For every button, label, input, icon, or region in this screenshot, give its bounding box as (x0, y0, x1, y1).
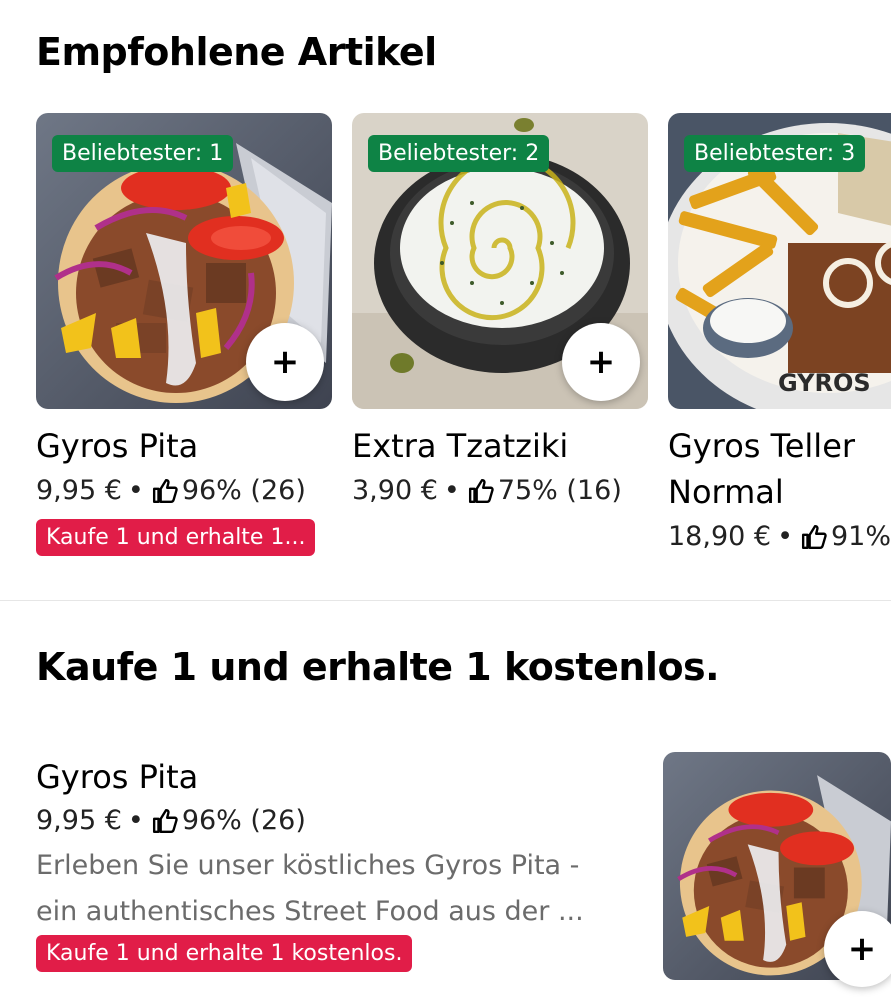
add-to-cart-button[interactable]: + (824, 911, 891, 987)
product-meta: 9,95 € • 96% (26) (36, 469, 332, 513)
product-description-line2: ein authentisches Street Food aus der ..… (36, 896, 584, 927)
thumbs-up-icon (152, 808, 178, 834)
product-name: Extra Tzatziki (352, 427, 569, 465)
section-title-recommended: Empfohlene Artikel (36, 30, 437, 74)
product-name-line1: Gyros Teller (668, 427, 856, 465)
product-card-gyros-teller[interactable]: GYROS Beliebtester: 3 Gyros Teller Norma… (668, 113, 891, 559)
product-rating: 91% (831, 521, 891, 552)
promo-badge: Kaufe 1 und erhalte 1... (36, 519, 316, 556)
product-rating: 96% (26) (181, 805, 306, 836)
product-price: 9,95 € (36, 805, 122, 836)
section-divider (0, 600, 891, 601)
popularity-badge: Beliebtester: 1 (52, 135, 234, 172)
product-image[interactable]: GYROS Beliebtester: 3 (668, 113, 891, 409)
product-image[interactable]: Beliebtester: 1 + (36, 113, 332, 409)
thumbs-up-icon (468, 478, 494, 504)
plus-icon: + (586, 342, 616, 382)
plus-icon: + (270, 342, 300, 382)
popularity-badge: Beliebtester: 2 (368, 135, 550, 172)
add-to-cart-button[interactable]: + (246, 323, 324, 401)
product-card-gyros-pita[interactable]: Beliebtester: 1 + Gyros Pita 9,95 € • 96… (36, 113, 332, 556)
promo-badge: Kaufe 1 und erhalte 1 kostenlos. (36, 935, 413, 972)
product-name-line2: Normal (668, 473, 784, 511)
thumbs-up-icon (801, 524, 827, 550)
popularity-badge: Beliebtester: 3 (684, 135, 866, 172)
product-name: Gyros Pita (36, 427, 199, 465)
product-description-line1: Erleben Sie unser köstliches Gyros Pita … (36, 850, 580, 881)
store-page: Empfohlene Artikel Beliebtester: 1 + Gyr… (0, 0, 891, 1000)
product-name: Gyros Teller Normal (668, 423, 891, 515)
add-to-cart-button[interactable]: + (562, 323, 640, 401)
product-card-extra-tzatziki[interactable]: Beliebtester: 2 + Extra Tzatziki 3,90 € … (352, 113, 648, 513)
product-price: 18,90 € (668, 521, 772, 552)
product-price: 9,95 € (36, 475, 122, 506)
separator: • (443, 475, 460, 506)
recommended-carousel[interactable]: Beliebtester: 1 + Gyros Pita 9,95 € • 96… (36, 113, 891, 573)
section-title-promo: Kaufe 1 und erhalte 1 kostenlos. (36, 645, 720, 689)
thumbs-up-icon (152, 478, 178, 504)
separator: • (127, 475, 144, 506)
product-meta: 18,90 € • 91% (668, 515, 891, 559)
product-price: 3,90 € (352, 475, 438, 506)
product-meta: 3,90 € • 75% (16) (352, 469, 648, 513)
product-rating: 96% (26) (181, 475, 306, 506)
plus-icon: + (847, 929, 877, 969)
product-rating: 75% (16) (497, 475, 622, 506)
separator: • (777, 521, 793, 552)
menu-item-gyros-pita[interactable]: Gyros Pita 9,95 € • 96% (26) Erleben Sie… (36, 752, 891, 987)
separator: • (127, 805, 144, 836)
product-image[interactable]: Beliebtester: 2 + (352, 113, 648, 409)
plate-text: GYROS (778, 369, 871, 397)
